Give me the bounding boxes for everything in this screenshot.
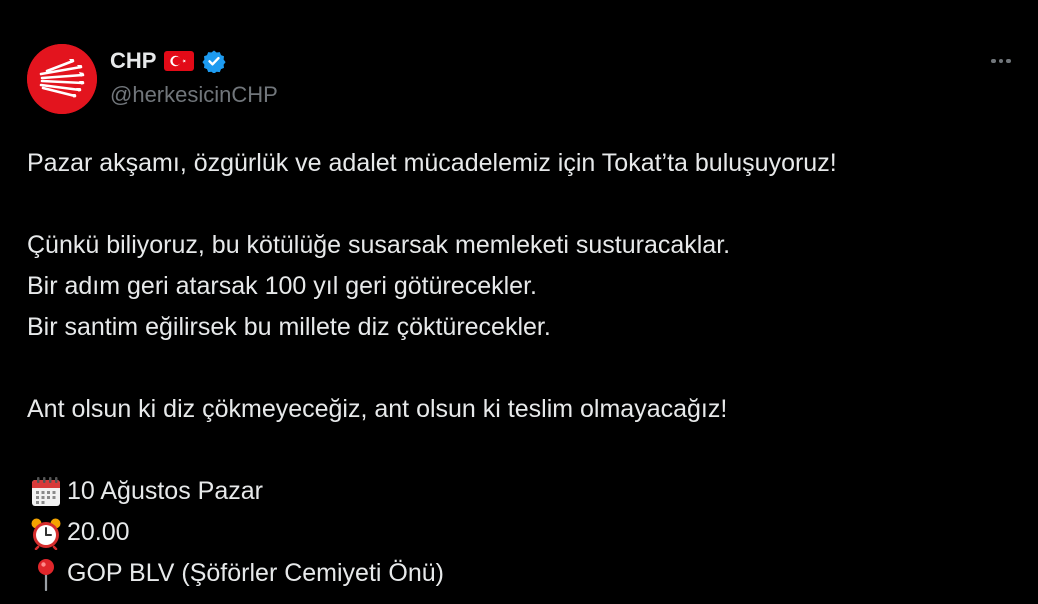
event-location-row: GOP BLV (Şöförler Cemiyeti Önü): [27, 553, 1017, 594]
event-time-row: 20.00: [27, 512, 1017, 553]
event-date-row: 10 Ağustos Pazar: [27, 471, 1017, 512]
tweet-line: Bir santim eğilirsek bu millete diz çökt…: [27, 313, 551, 341]
more-options-icon: [991, 58, 996, 64]
pin-icon: [29, 557, 63, 591]
tweet-line: Ant olsun ki diz çökmeyeceğiz, ant olsun…: [27, 395, 728, 423]
event-time: 20.00: [67, 518, 130, 546]
event-location: GOP BLV (Şöförler Cemiyeti Önü): [67, 559, 444, 587]
tweet-line: Pazar akşamı, özgürlük ve adalet mücadel…: [27, 149, 837, 177]
event-date: 10 Ağustos Pazar: [67, 477, 263, 505]
tweet-line: Çünkü biliyoruz, bu kötülüğe susarsak me…: [27, 231, 731, 259]
author-handle[interactable]: @herkesicinCHP: [110, 82, 278, 108]
tweet-text: Pazar akşamı, özgürlük ve adalet mücadel…: [27, 143, 1017, 594]
avatar[interactable]: [27, 44, 97, 114]
chp-logo-icon: [27, 44, 97, 114]
more-options-button[interactable]: [986, 50, 1016, 72]
verified-badge-icon: [202, 50, 227, 73]
turkey-flag-icon: [164, 51, 195, 71]
alarm-clock-icon: [29, 516, 63, 550]
author-name-row: CHP: [110, 47, 227, 75]
tweet-line: Bir adım geri atarsak 100 yıl geri götür…: [27, 272, 537, 300]
author-display-name[interactable]: CHP: [110, 48, 156, 74]
calendar-icon: [29, 475, 63, 509]
